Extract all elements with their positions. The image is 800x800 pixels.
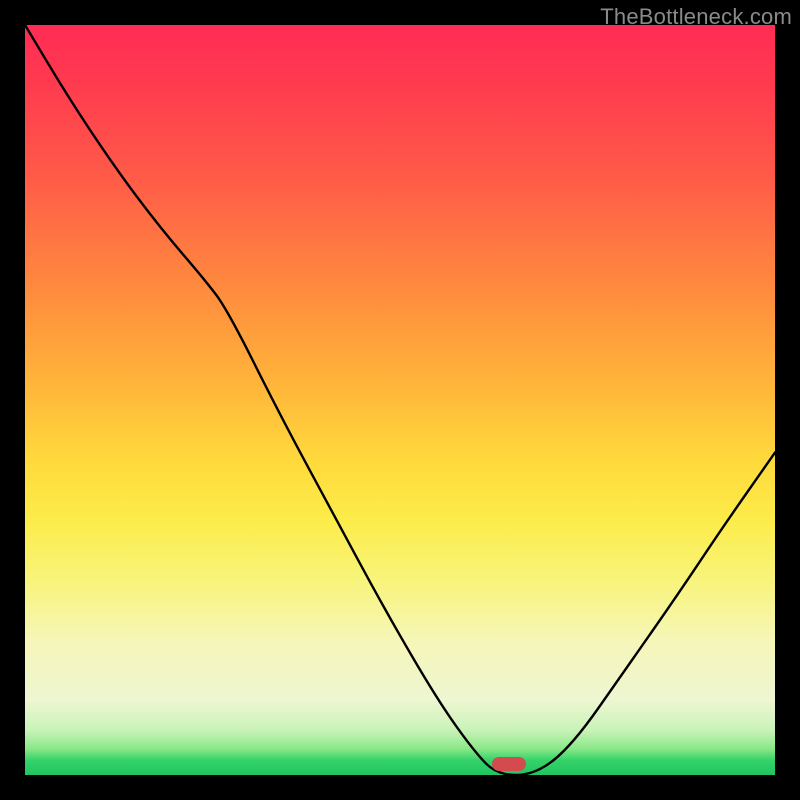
plot-area <box>25 25 775 775</box>
bottleneck-curve <box>25 25 775 775</box>
watermark-text: TheBottleneck.com <box>600 4 792 30</box>
chart-frame: TheBottleneck.com <box>0 0 800 800</box>
optimal-point-marker <box>492 757 526 771</box>
